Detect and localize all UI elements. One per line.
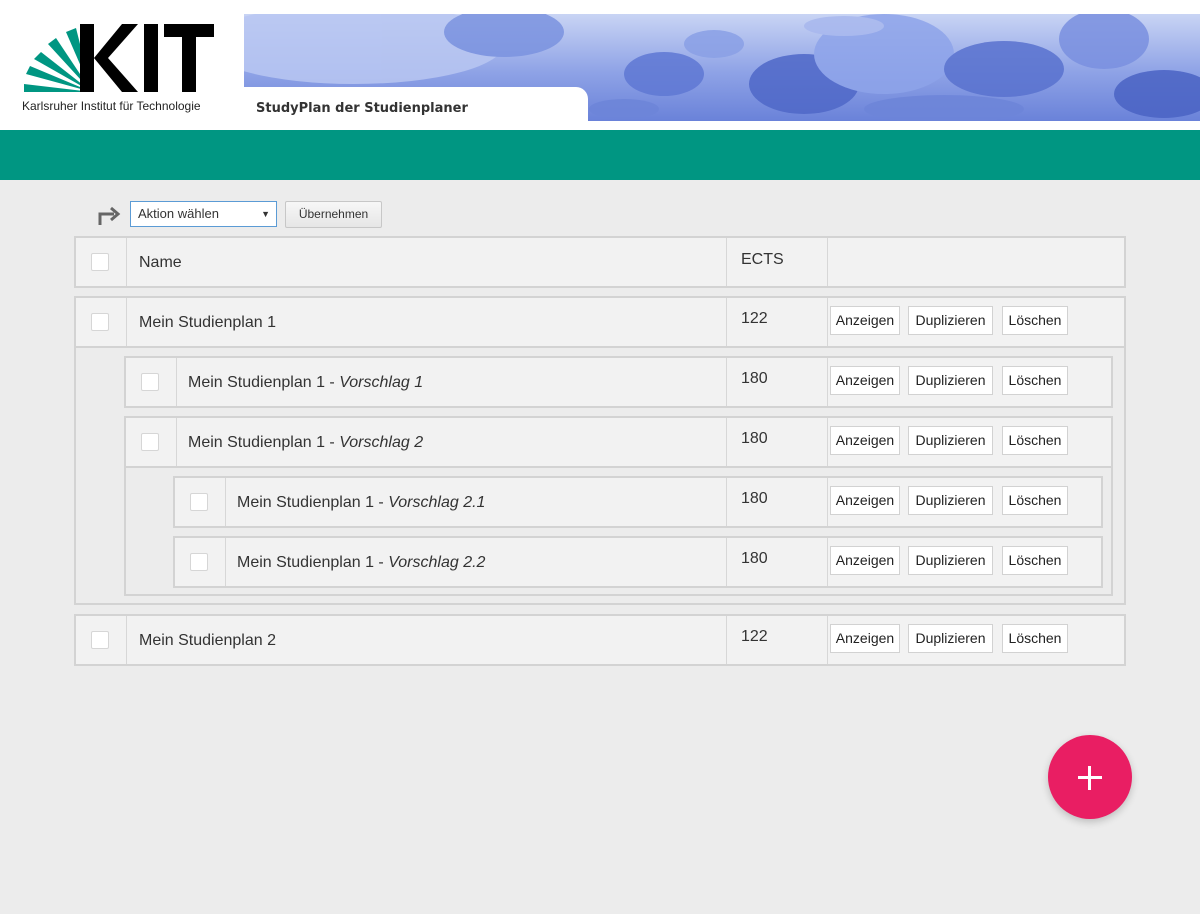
table-row: Mein Studienplan 2 122 Anzeigen Duplizie… <box>74 614 1126 666</box>
action-select-value: Aktion wählen <box>138 206 219 221</box>
plan-name-text: Mein Studienplan 1 <box>139 314 276 331</box>
column-header-name: Name <box>139 254 182 271</box>
ects-value: 122 <box>741 310 768 327</box>
ects-cell: 180 <box>726 478 828 526</box>
row-checkbox-cell <box>76 298 127 346</box>
show-button[interactable]: Anzeigen <box>830 366 900 395</box>
select-all-checkbox[interactable] <box>91 253 109 271</box>
show-button[interactable]: Anzeigen <box>830 624 900 653</box>
app-title: StudyPlan der Studienplaner <box>256 101 468 116</box>
duplicate-button[interactable]: Duplizieren <box>908 624 993 653</box>
ects-value: 180 <box>741 370 768 387</box>
show-button[interactable]: Anzeigen <box>830 546 900 575</box>
duplicate-button[interactable]: Duplizieren <box>908 486 993 515</box>
delete-button[interactable]: Löschen <box>1002 624 1068 653</box>
delete-button[interactable]: Löschen <box>1002 486 1068 515</box>
plan-name-text: Mein Studienplan 1 - <box>237 494 389 511</box>
row-checkbox[interactable] <box>141 373 159 391</box>
plan-name-suffix: Vorschlag 1 <box>339 374 424 391</box>
plan-name-suffix: Vorschlag 2 <box>339 434 424 451</box>
row-checkbox-cell <box>126 358 177 406</box>
plan-name-text: Mein Studienplan 1 - <box>188 374 340 391</box>
ects-value: 122 <box>741 628 768 645</box>
delete-button[interactable]: Löschen <box>1002 366 1068 395</box>
ects-cell: 122 <box>726 298 828 346</box>
row-checkbox[interactable] <box>91 631 109 649</box>
plan-name-text: Mein Studienplan 1 - <box>237 554 389 571</box>
select-all-cell <box>76 238 127 286</box>
action-select[interactable]: Aktion wählen ▼ <box>130 201 277 227</box>
plan-name-text: Mein Studienplan 2 <box>139 632 276 649</box>
site-header: Karlsruher Institut für Technologie Stud… <box>0 0 1200 130</box>
add-plan-button[interactable] <box>1048 735 1132 819</box>
plan-name[interactable]: Mein Studienplan 2 <box>139 632 276 650</box>
table-header: Name ECTS <box>74 236 1126 288</box>
duplicate-button[interactable]: Duplizieren <box>908 366 993 395</box>
banner-title-tab: StudyPlan der Studienplaner <box>244 87 588 121</box>
ects-value: 180 <box>741 490 768 507</box>
table-row: Mein Studienplan 1 - Vorschlag 1 180 Anz… <box>124 356 1113 408</box>
row-checkbox[interactable] <box>91 313 109 331</box>
row-checkbox[interactable] <box>190 553 208 571</box>
arrow-turn-right-icon <box>98 206 121 225</box>
logo-subtitle: Karlsruher Institut für Technologie <box>22 99 201 113</box>
table-row: Mein Studienplan 1 - Vorschlag 2.1 180 A… <box>173 476 1103 528</box>
row-checkbox-cell <box>175 478 226 526</box>
plan-name[interactable]: Mein Studienplan 1 - Vorschlag 2 <box>188 434 423 452</box>
header-banner: StudyPlan der Studienplaner <box>244 14 1200 121</box>
plan-name[interactable]: Mein Studienplan 1 <box>139 314 276 332</box>
show-button[interactable]: Anzeigen <box>830 486 900 515</box>
show-button[interactable]: Anzeigen <box>830 306 900 335</box>
plan-name[interactable]: Mein Studienplan 1 - Vorschlag 1 <box>188 374 423 392</box>
show-button[interactable]: Anzeigen <box>830 426 900 455</box>
ects-value: 180 <box>741 550 768 567</box>
ects-header-cell: ECTS <box>726 238 828 286</box>
plan-name-suffix: Vorschlag 2.1 <box>388 494 486 511</box>
plan-name[interactable]: Mein Studienplan 1 - Vorschlag 2.2 <box>237 554 485 572</box>
table-row: Mein Studienplan 1 122 Anzeigen Duplizie… <box>74 296 1126 348</box>
plan-name-suffix: Vorschlag 2.2 <box>388 554 486 571</box>
duplicate-button[interactable]: Duplizieren <box>908 426 993 455</box>
row-checkbox-cell <box>126 418 177 466</box>
ects-value: 180 <box>741 430 768 447</box>
plan-name[interactable]: Mein Studienplan 1 - Vorschlag 2.1 <box>237 494 485 512</box>
ects-cell: 180 <box>726 538 828 586</box>
ects-cell: 122 <box>726 616 828 664</box>
delete-button[interactable]: Löschen <box>1002 306 1068 335</box>
ects-cell: 180 <box>726 418 828 466</box>
row-checkbox[interactable] <box>190 493 208 511</box>
duplicate-button[interactable]: Duplizieren <box>908 306 993 335</box>
nav-bar <box>0 130 1200 180</box>
duplicate-button[interactable]: Duplizieren <box>908 546 993 575</box>
delete-button[interactable]: Löschen <box>1002 426 1068 455</box>
apply-button[interactable]: Übernehmen <box>285 201 382 228</box>
table-row: Mein Studienplan 1 - Vorschlag 2 180 Anz… <box>124 416 1113 468</box>
column-header-ects: ECTS <box>741 251 784 268</box>
row-checkbox[interactable] <box>141 433 159 451</box>
chevron-down-icon: ▼ <box>261 209 270 219</box>
ects-cell: 180 <box>726 358 828 406</box>
row-checkbox-cell <box>175 538 226 586</box>
plan-name-text: Mein Studienplan 1 - <box>188 434 340 451</box>
table-row: Mein Studienplan 1 - Vorschlag 2.2 180 A… <box>173 536 1103 588</box>
row-checkbox-cell <box>76 616 127 664</box>
delete-button[interactable]: Löschen <box>1002 546 1068 575</box>
